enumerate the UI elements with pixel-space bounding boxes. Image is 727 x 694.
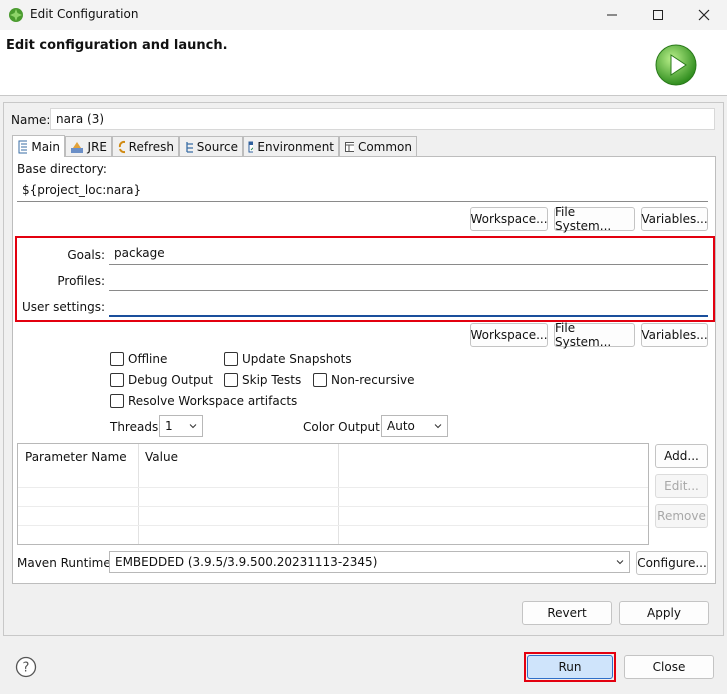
revert-button[interactable]: Revert (522, 601, 612, 625)
tab-jre-label: JRE (87, 139, 107, 154)
eclipse-app-icon (9, 8, 23, 22)
help-icon[interactable]: ? (15, 656, 37, 678)
update-snapshots-checkbox[interactable]: Update Snapshots (224, 352, 352, 366)
goals-label: Goals: (67, 248, 105, 262)
run-launch-icon (655, 44, 697, 86)
checkbox-box (110, 373, 124, 387)
window-title: Edit Configuration (30, 7, 139, 21)
base-workspace-button[interactable]: Workspace... (470, 207, 548, 231)
base-directory-input[interactable]: ${project_loc:nara} (17, 180, 708, 202)
name-input[interactable]: nara (3) (50, 108, 715, 130)
tab-main[interactable]: Main (12, 135, 65, 157)
tab-jre[interactable]: JRE (65, 136, 112, 156)
base-variables-button[interactable]: Variables... (641, 207, 708, 231)
goals-input[interactable]: package (109, 243, 708, 265)
non-recursive-checkbox[interactable]: Non-recursive (313, 373, 415, 387)
resolve-workspace-checkbox[interactable]: Resolve Workspace artifacts (110, 394, 297, 408)
skip-tests-label: Skip Tests (242, 373, 302, 387)
tab-refresh[interactable]: Refresh (112, 136, 179, 156)
debug-output-label: Debug Output (128, 373, 213, 387)
add-parameter-button[interactable]: Add... (655, 444, 708, 468)
non-recursive-label: Non-recursive (331, 373, 415, 387)
jre-icon (71, 141, 83, 153)
profiles-input[interactable] (109, 269, 708, 291)
checkbox-box (313, 373, 327, 387)
maximize-button[interactable] (635, 0, 681, 30)
threads-value: 1 (165, 419, 173, 433)
tab-refresh-label: Refresh (128, 139, 174, 154)
offline-label: Offline (128, 352, 168, 366)
color-output-value: Auto (387, 419, 415, 433)
environment-icon (248, 141, 254, 152)
banner-title: Edit configuration and launch. (6, 38, 228, 53)
tab-environment[interactable]: Environment (243, 136, 339, 156)
checkbox-box (110, 394, 124, 408)
base-filesystem-button[interactable]: File System... (554, 205, 635, 233)
checkbox-box (110, 352, 124, 366)
row-divider (18, 487, 648, 488)
run-button[interactable]: Run (527, 655, 613, 679)
apply-button[interactable]: Apply (619, 601, 709, 625)
debug-output-checkbox[interactable]: Debug Output (110, 373, 213, 387)
color-output-label: Color Output: (303, 420, 384, 434)
chevron-down-icon (616, 560, 624, 565)
minimize-icon (607, 14, 617, 16)
column-divider (138, 444, 139, 544)
source-icon (186, 141, 193, 153)
close-icon (698, 9, 710, 21)
refresh-icon (118, 140, 125, 153)
profiles-label: Profiles: (57, 274, 105, 288)
tab-source-label: Source (196, 139, 238, 154)
row-divider (18, 525, 648, 526)
tab-source[interactable]: Source (179, 136, 243, 156)
settings-workspace-button[interactable]: Workspace... (470, 323, 548, 347)
remove-parameter-button[interactable]: Remove (655, 504, 708, 528)
settings-variables-button[interactable]: Variables... (641, 323, 708, 347)
settings-filesystem-button[interactable]: File System... (554, 321, 635, 349)
resolve-workspace-label: Resolve Workspace artifacts (128, 394, 298, 408)
tab-common[interactable]: Common (339, 136, 417, 156)
update-snapshots-label: Update Snapshots (242, 352, 352, 366)
document-icon (18, 140, 28, 153)
user-settings-label: User settings: (21, 300, 105, 314)
column-header-parameter-name[interactable]: Parameter Name (25, 450, 127, 464)
parameters-table[interactable]: Parameter Name Value (17, 443, 649, 545)
edit-parameter-button[interactable]: Edit... (655, 474, 708, 498)
row-divider (18, 506, 648, 507)
column-divider (338, 444, 339, 544)
minimize-button[interactable] (589, 0, 635, 30)
chevron-down-icon (189, 424, 197, 429)
skip-tests-checkbox[interactable]: Skip Tests (224, 373, 301, 387)
column-header-value[interactable]: Value (145, 450, 178, 464)
checkbox-box (224, 352, 238, 366)
name-label: Name: (11, 113, 51, 127)
close-window-button[interactable] (681, 0, 727, 30)
maven-runtime-select[interactable]: EMBEDDED (3.9.5/3.9.500.20231113-2345) (109, 551, 630, 573)
chevron-down-icon (434, 424, 442, 429)
base-directory-label: Base directory: (17, 162, 107, 176)
maven-runtime-value: EMBEDDED (3.9.5/3.9.500.20231113-2345) (115, 555, 378, 569)
threads-select[interactable]: 1 (159, 415, 203, 437)
close-button[interactable]: Close (624, 655, 714, 679)
svg-text:?: ? (23, 661, 30, 676)
maximize-icon (653, 10, 663, 20)
checkbox-box (224, 373, 238, 387)
configure-runtime-button[interactable]: Configure... (636, 551, 708, 575)
color-output-select[interactable]: Auto (381, 415, 448, 437)
tab-common-label: Common (357, 139, 412, 154)
threads-label: Threads: (110, 420, 163, 434)
tab-environment-label: Environment (257, 139, 334, 154)
tab-main-label: Main (31, 139, 60, 154)
common-icon (345, 141, 354, 152)
maven-runtime-label: Maven Runtime: (17, 556, 115, 570)
user-settings-input[interactable] (109, 295, 708, 317)
offline-checkbox[interactable]: Offline (110, 352, 167, 366)
